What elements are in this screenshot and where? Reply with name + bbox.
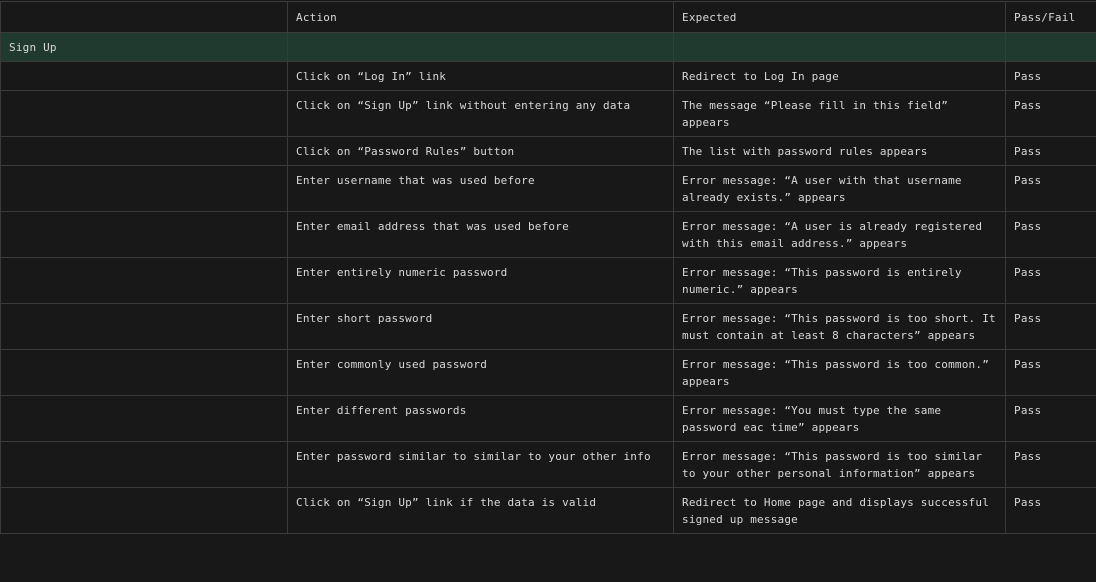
action-cell: Enter commonly used password [287, 349, 674, 396]
action-cell: Enter password similar to similar to you… [287, 441, 674, 488]
result-cell: Pass [1005, 61, 1096, 91]
row-label-cell [0, 395, 288, 442]
row-label-cell [0, 165, 288, 212]
result-cell: Pass [1005, 165, 1096, 212]
expected-cell: Redirect to Home page and displays succe… [673, 487, 1006, 534]
table-row: Click on “Password Rules” button The lis… [0, 136, 1096, 166]
action-cell: Enter username that was used before [287, 165, 674, 212]
result-cell: Pass [1005, 349, 1096, 396]
table-row: Enter short password Error message: “Thi… [0, 303, 1096, 350]
row-label-cell [0, 349, 288, 396]
header-blank [0, 1, 288, 33]
action-cell: Click on “Sign Up” link without entering… [287, 90, 674, 137]
section-empty-cell [1005, 32, 1096, 62]
table-row: Enter entirely numeric password Error me… [0, 257, 1096, 304]
result-cell: Pass [1005, 211, 1096, 258]
action-cell: Click on “Log In” link [287, 61, 674, 91]
section-row-sign-up: Sign Up [0, 32, 1096, 62]
result-cell: Pass [1005, 303, 1096, 350]
expected-cell: Error message: “A user is already regist… [673, 211, 1006, 258]
result-cell: Pass [1005, 136, 1096, 166]
table-row: Enter username that was used before Erro… [0, 165, 1096, 212]
row-label-cell [0, 61, 288, 91]
section-empty-cell [673, 32, 1006, 62]
table-row: Enter password similar to similar to you… [0, 441, 1096, 488]
result-cell: Pass [1005, 395, 1096, 442]
test-case-table: Action Expected Pass/Fail Sign Up Click … [0, 1, 1096, 534]
table-row: Enter email address that was used before… [0, 211, 1096, 258]
result-cell: Pass [1005, 257, 1096, 304]
table-row: Enter different passwords Error message:… [0, 395, 1096, 442]
table-header-row: Action Expected Pass/Fail [0, 1, 1096, 33]
expected-cell: Error message: “You must type the same p… [673, 395, 1006, 442]
table-row: Enter commonly used password Error messa… [0, 349, 1096, 396]
expected-cell: Error message: “A user with that usernam… [673, 165, 1006, 212]
row-label-cell [0, 441, 288, 488]
action-cell: Enter entirely numeric password [287, 257, 674, 304]
expected-cell: The message “Please fill in this field” … [673, 90, 1006, 137]
expected-cell: Error message: “This password is entirel… [673, 257, 1006, 304]
action-cell: Enter email address that was used before [287, 211, 674, 258]
action-cell: Click on “Password Rules” button [287, 136, 674, 166]
action-cell: Enter short password [287, 303, 674, 350]
table-row: Click on “Sign Up” link without entering… [0, 90, 1096, 137]
result-cell: Pass [1005, 487, 1096, 534]
row-label-cell [0, 257, 288, 304]
header-result: Pass/Fail [1005, 1, 1096, 33]
result-cell: Pass [1005, 441, 1096, 488]
header-action: Action [287, 1, 674, 33]
section-title: Sign Up [0, 32, 288, 62]
table-row: Click on “Log In” link Redirect to Log I… [0, 61, 1096, 91]
row-label-cell [0, 136, 288, 166]
table-row: Click on “Sign Up” link if the data is v… [0, 487, 1096, 534]
section-empty-cell [287, 32, 674, 62]
action-cell: Enter different passwords [287, 395, 674, 442]
header-expected: Expected [673, 1, 1006, 33]
row-label-cell [0, 90, 288, 137]
expected-cell: Error message: “This password is too com… [673, 349, 1006, 396]
expected-cell: Redirect to Log In page [673, 61, 1006, 91]
expected-cell: Error message: “This password is too sho… [673, 303, 1006, 350]
expected-cell: The list with password rules appears [673, 136, 1006, 166]
row-label-cell [0, 211, 288, 258]
expected-cell: Error message: “This password is too sim… [673, 441, 1006, 488]
row-label-cell [0, 487, 288, 534]
action-cell: Click on “Sign Up” link if the data is v… [287, 487, 674, 534]
result-cell: Pass [1005, 90, 1096, 137]
row-label-cell [0, 303, 288, 350]
